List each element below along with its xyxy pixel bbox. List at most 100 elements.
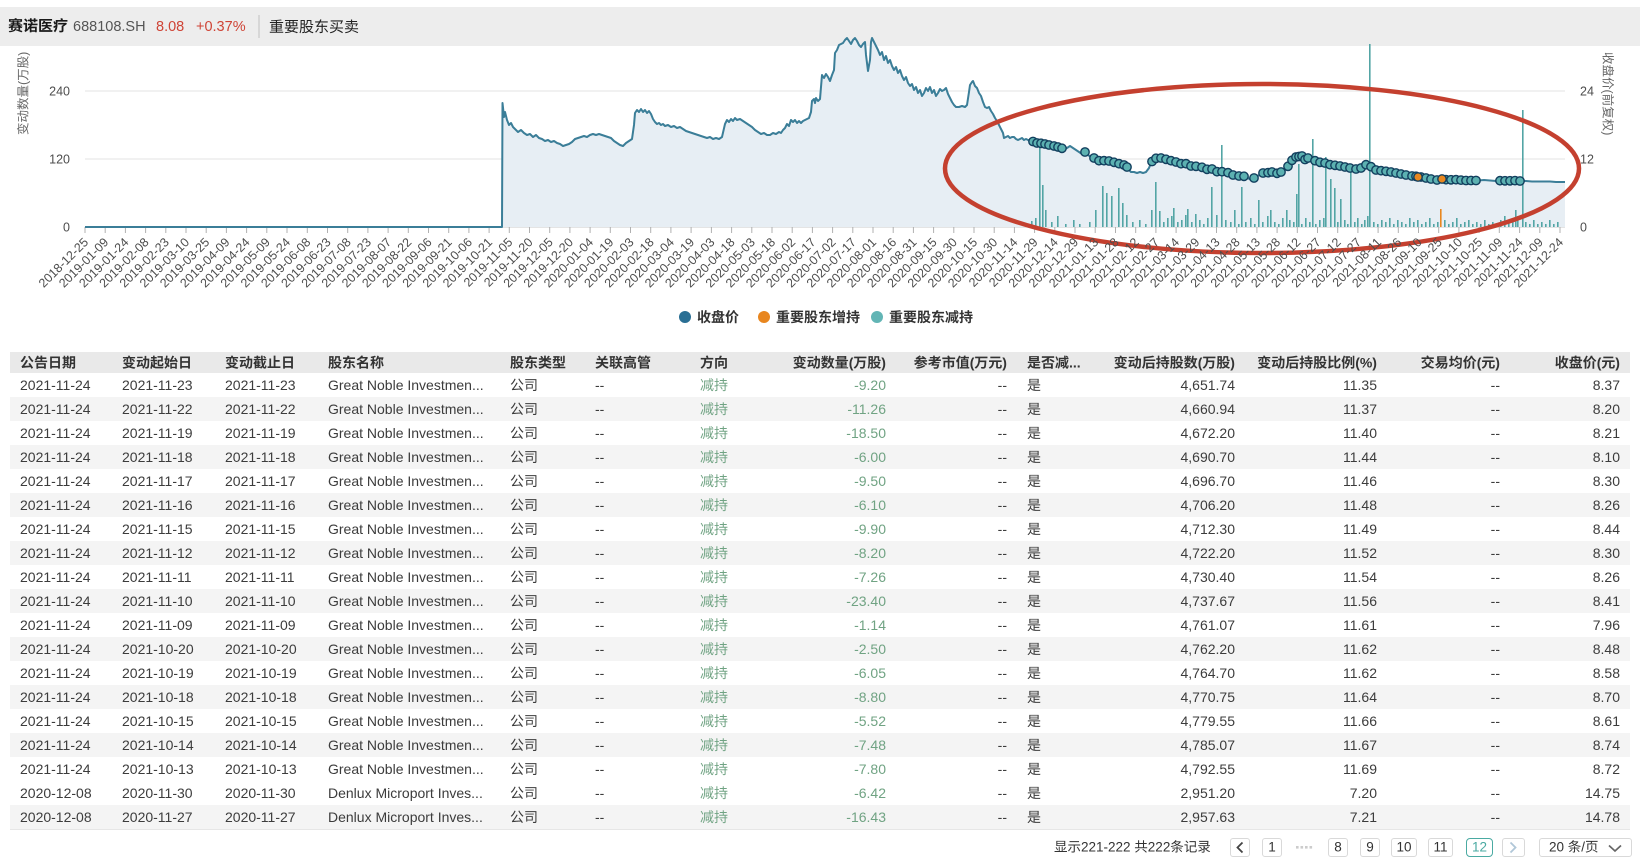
svg-text:2021-04-13: 2021-04-13 [1168, 235, 1223, 290]
svg-text:--: -- [1491, 425, 1501, 441]
svg-text:-7.26: -7.26 [854, 569, 886, 585]
svg-text:2021-12-09: 2021-12-09 [1491, 235, 1546, 290]
svg-text:2020-11-30: 2020-11-30 [225, 785, 296, 801]
svg-text:2021-08-11: 2021-08-11 [1330, 235, 1384, 289]
svg-text:2021-11-11: 2021-11-11 [225, 569, 295, 585]
svg-text:--: -- [595, 665, 605, 681]
svg-text:Great Noble Investmen...: Great Noble Investmen... [328, 521, 484, 537]
svg-text:2020-10-15: 2020-10-15 [925, 235, 980, 290]
svg-text:11.69: 11.69 [1343, 761, 1377, 777]
svg-text:2020-04-03: 2020-04-03 [662, 235, 717, 290]
svg-text:-9.90: -9.90 [854, 521, 886, 537]
svg-text:Great Noble Investmen...: Great Noble Investmen... [328, 665, 484, 681]
svg-text:2019-01-24: 2019-01-24 [76, 235, 131, 290]
svg-text:2,951.20: 2,951.20 [1181, 785, 1236, 801]
svg-text:4,672.20: 4,672.20 [1181, 425, 1236, 441]
svg-text:2019-09-06: 2019-09-06 [380, 235, 435, 290]
svg-text:--: -- [595, 713, 605, 729]
svg-text:-6.42: -6.42 [854, 785, 886, 801]
svg-text:--: -- [1491, 521, 1501, 537]
svg-text:2021-11-24: 2021-11-24 [20, 521, 91, 537]
svg-text:11.46: 11.46 [1343, 473, 1377, 489]
svg-text:2020-07-02: 2020-07-02 [784, 235, 839, 290]
svg-text:2021-11-23: 2021-11-23 [122, 377, 193, 393]
svg-text:2020-10-30: 2020-10-30 [945, 235, 1000, 290]
svg-text:(: ( [1601, 90, 1615, 95]
svg-text:2021-09-10: 2021-09-10 [1370, 235, 1425, 290]
svg-text:222: 222 [1148, 840, 1171, 855]
svg-text:-1.14: -1.14 [854, 617, 886, 633]
svg-text:2021-10-13: 2021-10-13 [122, 761, 194, 777]
svg-text:8.72: 8.72 [1593, 761, 1620, 777]
svg-text:2021-11-24: 2021-11-24 [20, 473, 91, 489]
svg-text:2021-10-19: 2021-10-19 [225, 665, 297, 681]
svg-text:2019-11-20: 2019-11-20 [481, 235, 535, 289]
svg-text:11.66: 11.66 [1343, 713, 1377, 729]
svg-text:2020-06-17: 2020-06-17 [763, 235, 818, 290]
svg-text:2021-02-27: 2021-02-27 [1107, 235, 1162, 290]
svg-text:2019-06-23: 2019-06-23 [279, 235, 334, 290]
svg-text:2021-11-09: 2021-11-09 [1451, 235, 1505, 289]
svg-text:--: -- [998, 761, 1008, 777]
svg-text:11.54: 11.54 [1343, 569, 1377, 585]
svg-text:-9.50: -9.50 [854, 473, 886, 489]
svg-text:2020-12-08: 2020-12-08 [20, 785, 92, 801]
svg-text:Great Noble Investmen...: Great Noble Investmen... [328, 473, 484, 489]
svg-text:2020-09-15: 2020-09-15 [885, 235, 940, 290]
svg-text:4,712.30: 4,712.30 [1181, 521, 1236, 537]
svg-text:--: -- [595, 425, 605, 441]
svg-text:): ) [17, 52, 31, 56]
svg-text:2019-04-24: 2019-04-24 [198, 235, 253, 290]
svg-text:2020-12-14: 2020-12-14 [1006, 235, 1061, 290]
svg-text:-5.52: -5.52 [854, 713, 886, 729]
svg-text:Great Noble Investmen...: Great Noble Investmen... [328, 713, 484, 729]
svg-text:2018-12-25: 2018-12-25 [36, 235, 91, 290]
svg-text:2019-08-22: 2019-08-22 [359, 235, 414, 290]
svg-text:--: -- [1491, 473, 1501, 489]
svg-text:--: -- [998, 521, 1008, 537]
svg-text:2021-10-15: 2021-10-15 [122, 713, 194, 729]
svg-text:--: -- [1491, 617, 1501, 633]
svg-text:2019-03-25: 2019-03-25 [157, 235, 212, 290]
svg-text:2021-11-17: 2021-11-17 [225, 473, 296, 489]
svg-text:2021-10-15: 2021-10-15 [225, 713, 297, 729]
svg-text:0: 0 [1580, 221, 1587, 235]
svg-text:2021-11-19: 2021-11-19 [122, 425, 193, 441]
svg-text:--: -- [998, 785, 1008, 801]
svg-text:--: -- [595, 761, 605, 777]
svg-text:8.21: 8.21 [1593, 425, 1620, 441]
svg-text:2020-01-19: 2020-01-19 [561, 235, 616, 290]
svg-text:2019-05-24: 2019-05-24 [238, 235, 293, 290]
svg-text:2021-11-15: 2021-11-15 [225, 521, 296, 537]
svg-text:4,764.70: 4,764.70 [1181, 665, 1236, 681]
svg-text:--: -- [595, 377, 605, 393]
svg-text:2019-03-10: 2019-03-10 [137, 235, 192, 290]
svg-text:Great Noble Investmen...: Great Noble Investmen... [328, 425, 484, 441]
svg-text:11.40: 11.40 [1343, 425, 1377, 441]
svg-text:2019-02-08: 2019-02-08 [97, 235, 152, 290]
svg-text:-18.50: -18.50 [846, 425, 886, 441]
svg-text:2020-02-18: 2020-02-18 [602, 235, 657, 290]
svg-text:-6.05: -6.05 [854, 665, 886, 681]
svg-text:2021-11-19: 2021-11-19 [225, 425, 296, 441]
svg-text:8.58: 8.58 [1593, 665, 1620, 681]
svg-text:--: -- [998, 665, 1008, 681]
svg-text:2021-06-27: 2021-06-27 [1269, 235, 1324, 290]
svg-text:2021-12-24: 2021-12-24 [1511, 235, 1566, 290]
svg-text:2019-04-09: 2019-04-09 [177, 235, 232, 290]
svg-text:4,730.40: 4,730.40 [1181, 569, 1236, 585]
svg-text:--: -- [1491, 569, 1501, 585]
svg-text:--: -- [998, 713, 1008, 729]
svg-text:2020-08-16: 2020-08-16 [844, 235, 899, 290]
svg-text:2021-11-09: 2021-11-09 [225, 617, 296, 633]
svg-text:2020-04-18: 2020-04-18 [683, 235, 738, 290]
svg-text:2020-07-17: 2020-07-17 [804, 235, 859, 290]
svg-text:2020-09-30: 2020-09-30 [905, 235, 960, 290]
svg-text:--: -- [595, 617, 605, 633]
svg-text:8.61: 8.61 [1593, 713, 1620, 729]
svg-text:11.35: 11.35 [1343, 377, 1377, 393]
svg-text:2021-07-12: 2021-07-12 [1289, 235, 1344, 290]
svg-text:2021-11-11: 2021-11-11 [122, 569, 192, 585]
svg-text:--: -- [1491, 665, 1501, 681]
svg-text:8.30: 8.30 [1593, 473, 1620, 489]
